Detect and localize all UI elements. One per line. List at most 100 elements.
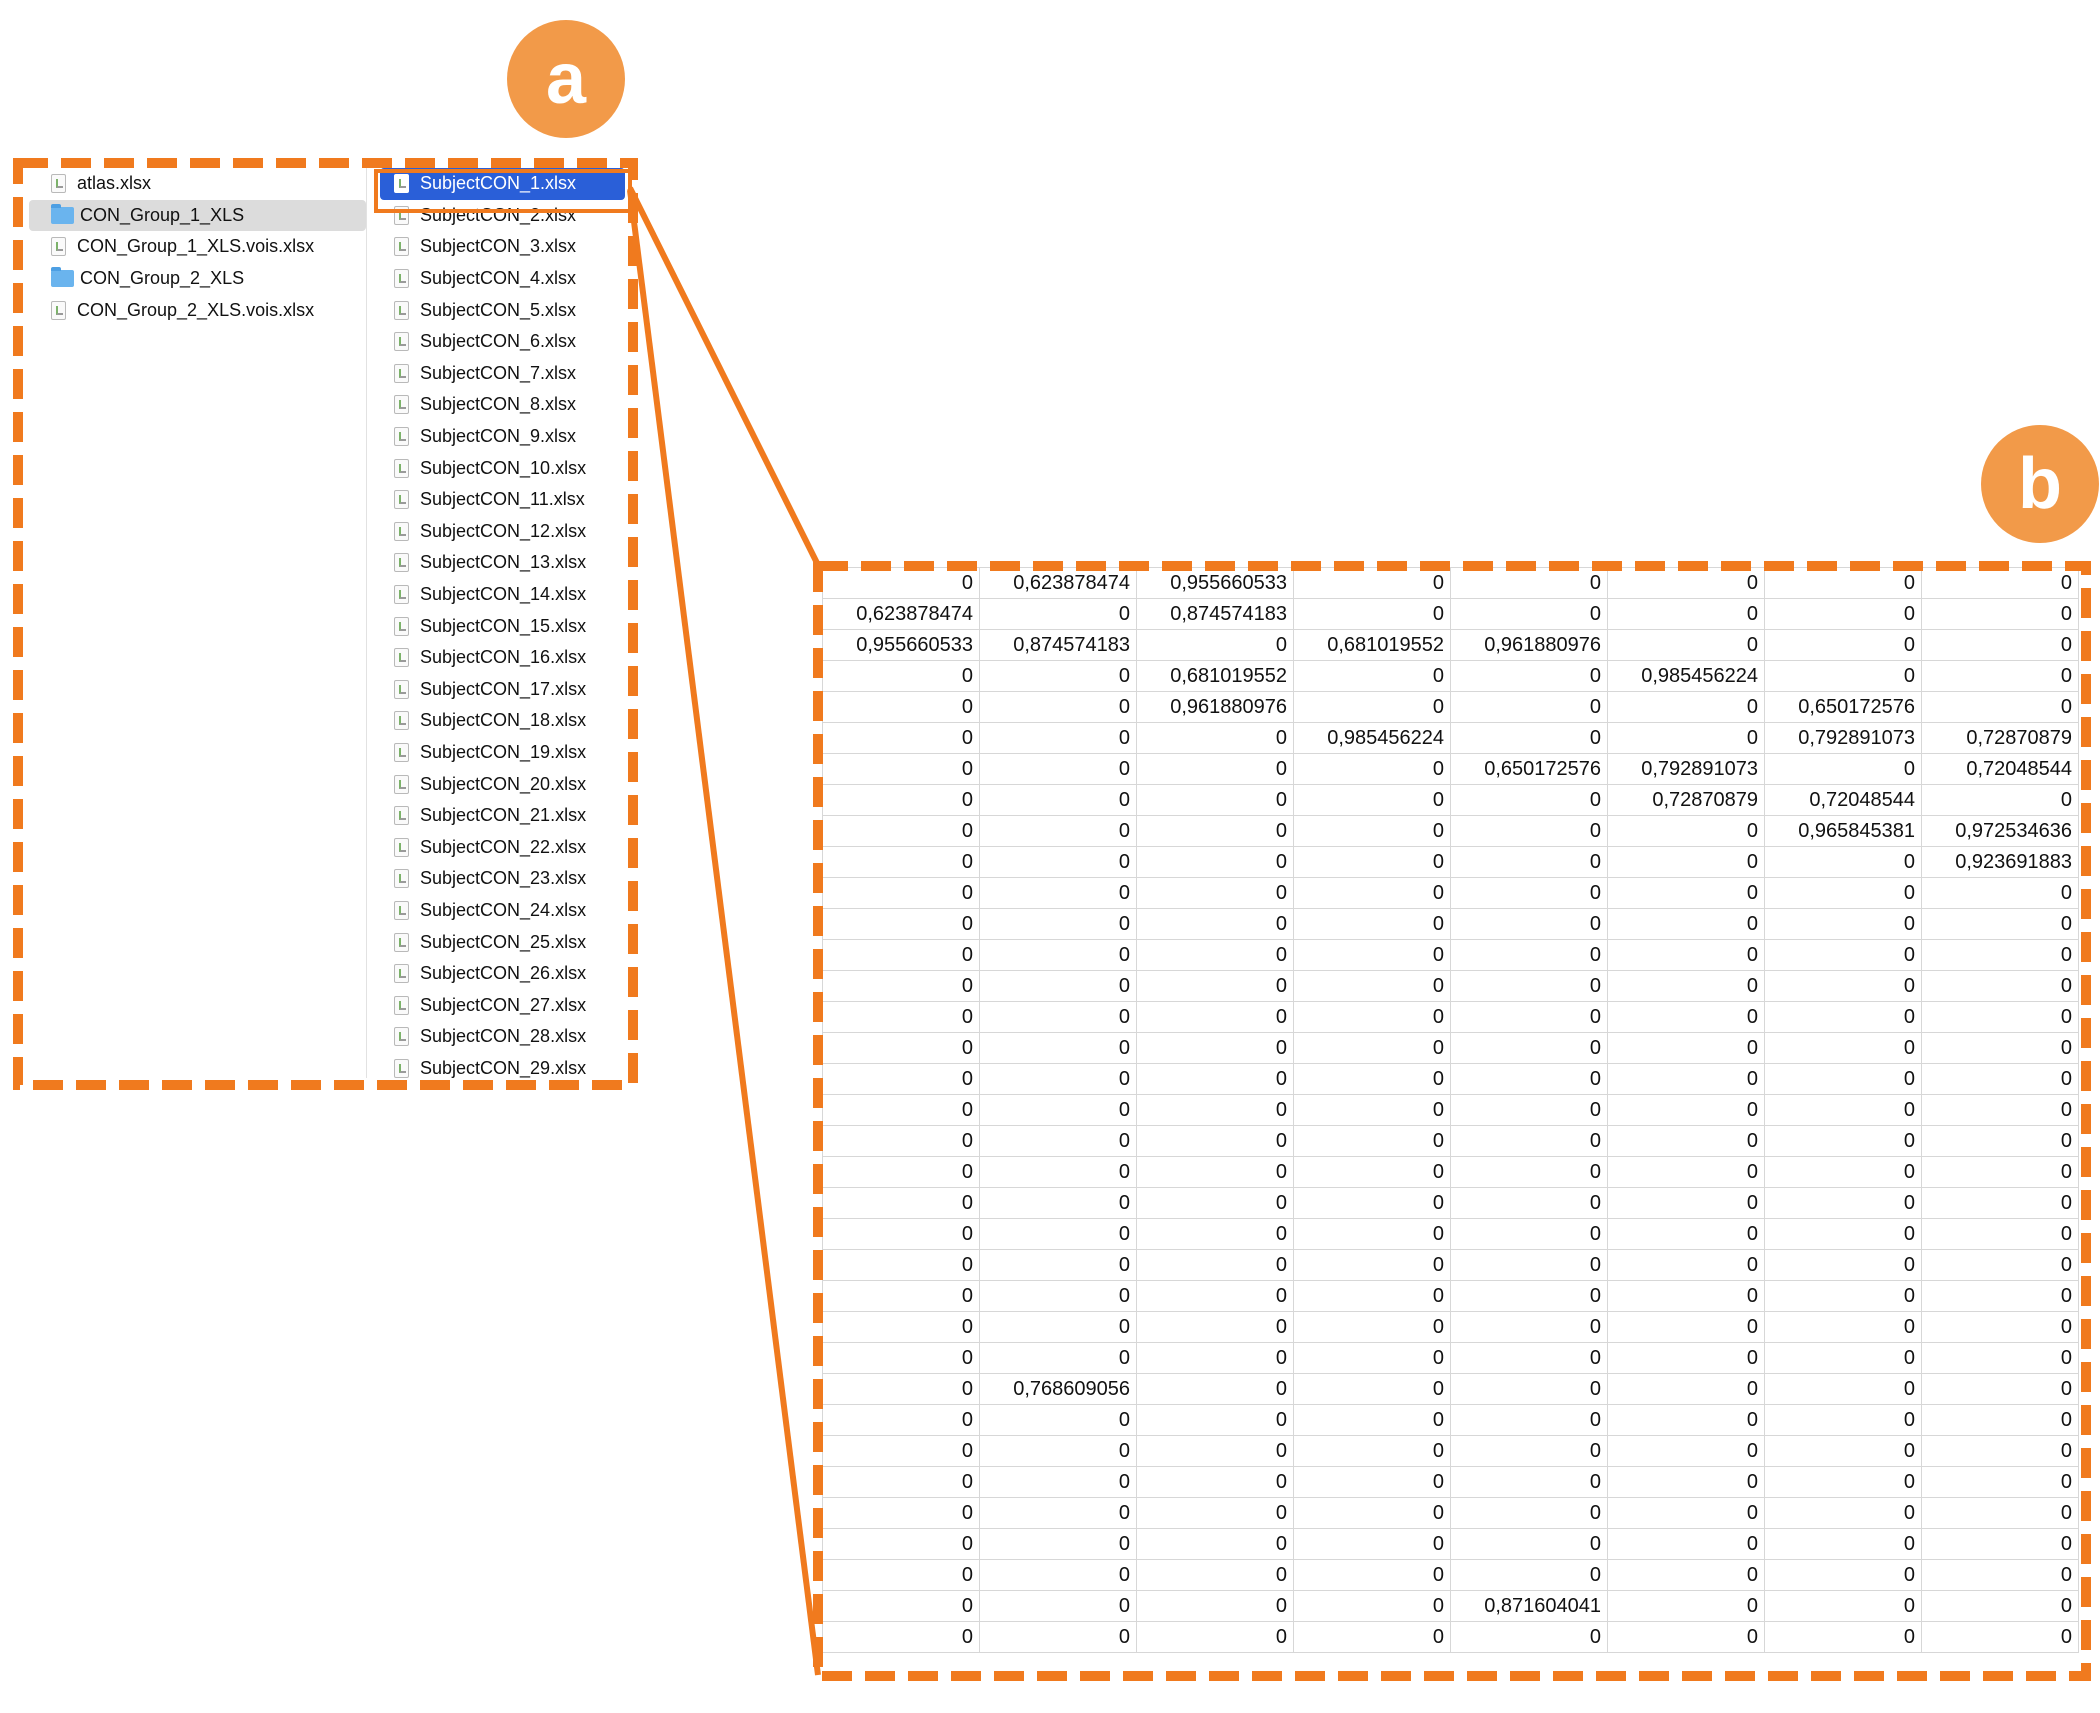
table-cell[interactable]: 0 [1450,784,1608,816]
table-cell[interactable]: 0 [979,815,1137,847]
table-cell[interactable]: 0 [1764,1032,1922,1064]
table-cell[interactable]: 0 [1921,1187,2079,1219]
table-cell[interactable]: 0 [1764,1559,1922,1591]
table-cell[interactable]: 0 [1921,1621,2079,1653]
table-cell[interactable]: 0 [1764,1280,1922,1312]
table-cell[interactable]: 0 [1921,1373,2079,1405]
table-cell[interactable]: 0 [1293,846,1451,878]
table-cell[interactable]: 0 [979,1063,1137,1095]
table-cell[interactable]: 0 [1607,722,1765,754]
finder-file-item[interactable]: SubjectCON_3.xlsx [380,231,625,263]
table-cell[interactable]: 0 [1136,970,1294,1002]
table-cell[interactable]: 0 [1607,1559,1765,1591]
table-cell[interactable]: 0 [979,1311,1137,1343]
table-cell[interactable]: 0 [822,908,980,940]
table-cell[interactable]: 0 [1607,1063,1765,1095]
finder-file-item[interactable]: SubjectCON_28.xlsx [380,1021,625,1053]
table-cell[interactable]: 0,874574183 [1136,598,1294,630]
table-cell[interactable]: 0 [1764,1435,1922,1467]
table-cell[interactable]: 0 [1293,1590,1451,1622]
finder-file-item[interactable]: SubjectCON_10.xlsx [380,452,625,484]
table-cell[interactable]: 0 [979,1466,1137,1498]
table-cell[interactable]: 0 [1293,1156,1451,1188]
table-cell[interactable]: 0 [979,1125,1137,1157]
table-cell[interactable]: 0 [979,1621,1137,1653]
table-cell[interactable]: 0 [979,1218,1137,1250]
table-cell[interactable]: 0 [1136,908,1294,940]
table-cell[interactable]: 0 [1136,1280,1294,1312]
table-cell[interactable]: 0 [822,1590,980,1622]
table-cell[interactable]: 0 [1764,1528,1922,1560]
finder-file-item[interactable]: SubjectCON_9.xlsx [380,421,625,453]
table-cell[interactable]: 0 [979,1528,1137,1560]
table-cell[interactable]: 0 [822,846,980,878]
table-cell[interactable]: 0,72048544 [1921,753,2079,785]
table-cell[interactable]: 0 [1764,1125,1922,1157]
table-cell[interactable]: 0 [1607,1590,1765,1622]
table-cell[interactable]: 0,871604041 [1450,1590,1608,1622]
table-cell[interactable]: 0 [1607,1466,1765,1498]
table-cell[interactable]: 0 [822,939,980,971]
table-cell[interactable]: 0 [1921,1528,2079,1560]
table-cell[interactable]: 0 [1764,1590,1922,1622]
table-cell[interactable]: 0 [1921,1249,2079,1281]
table-cell[interactable]: 0 [1921,1466,2079,1498]
table-cell[interactable]: 0 [1136,1094,1294,1126]
table-cell[interactable]: 0 [822,815,980,847]
finder-file-item[interactable]: SubjectCON_16.xlsx [380,642,625,674]
finder-file-item[interactable]: SubjectCON_27.xlsx [380,989,625,1021]
table-cell[interactable]: 0 [1293,1311,1451,1343]
table-cell[interactable]: 0 [822,1497,980,1529]
table-cell[interactable]: 0 [822,722,980,754]
table-cell[interactable]: 0 [1450,1187,1608,1219]
table-cell[interactable]: 0 [1136,722,1294,754]
table-cell[interactable]: 0 [1136,1466,1294,1498]
table-cell[interactable]: 0 [1764,1404,1922,1436]
table-cell[interactable]: 0,961880976 [1136,691,1294,723]
table-cell[interactable]: 0 [822,1373,980,1405]
table-cell[interactable]: 0 [1607,815,1765,847]
table-cell[interactable]: 0 [1607,1528,1765,1560]
table-cell[interactable]: 0 [1136,784,1294,816]
table-cell[interactable]: 0 [1921,1497,2079,1529]
table-cell[interactable]: 0 [979,1156,1137,1188]
finder-file-item[interactable]: SubjectCON_20.xlsx [380,768,625,800]
table-cell[interactable]: 0 [1450,1435,1608,1467]
table-cell[interactable]: 0 [1136,1435,1294,1467]
table-cell[interactable]: 0 [1136,753,1294,785]
table-cell[interactable]: 0 [1293,1466,1451,1498]
table-cell[interactable]: 0 [822,1125,980,1157]
table-cell[interactable]: 0 [822,877,980,909]
table-cell[interactable]: 0 [1607,1218,1765,1250]
table-cell[interactable]: 0 [1293,598,1451,630]
table-cell[interactable]: 0 [1136,1311,1294,1343]
table-cell[interactable]: 0 [979,1187,1137,1219]
table-cell[interactable]: 0 [822,691,980,723]
table-cell[interactable]: 0 [1450,1528,1608,1560]
table-cell[interactable]: 0 [1764,877,1922,909]
table-cell[interactable]: 0 [1293,1404,1451,1436]
table-cell[interactable]: 0 [1607,1621,1765,1653]
table-cell[interactable]: 0 [1607,970,1765,1002]
table-cell[interactable]: 0,874574183 [979,629,1137,661]
finder-file-item[interactable]: SubjectCON_29.xlsx [380,1053,625,1078]
table-cell[interactable]: 0 [1607,1497,1765,1529]
table-cell[interactable]: 0 [1921,567,2079,599]
table-cell[interactable]: 0 [979,1094,1137,1126]
table-cell[interactable]: 0 [979,660,1137,692]
table-cell[interactable]: 0 [1293,753,1451,785]
table-cell[interactable]: 0 [1607,691,1765,723]
table-cell[interactable]: 0 [1450,1342,1608,1374]
table-cell[interactable]: 0 [1136,1621,1294,1653]
table-cell[interactable]: 0 [1607,1342,1765,1374]
table-cell[interactable]: 0 [1921,1590,2079,1622]
table-cell[interactable]: 0 [1136,1125,1294,1157]
table-cell[interactable]: 0,985456224 [1293,722,1451,754]
table-cell[interactable]: 0 [1136,1063,1294,1095]
table-cell[interactable]: 0 [979,1001,1137,1033]
table-cell[interactable]: 0 [822,784,980,816]
table-cell[interactable]: 0 [822,1466,980,1498]
table-cell[interactable]: 0 [979,784,1137,816]
table-cell[interactable]: 0 [1921,1280,2079,1312]
finder-file-item[interactable]: SubjectCON_8.xlsx [380,389,625,421]
